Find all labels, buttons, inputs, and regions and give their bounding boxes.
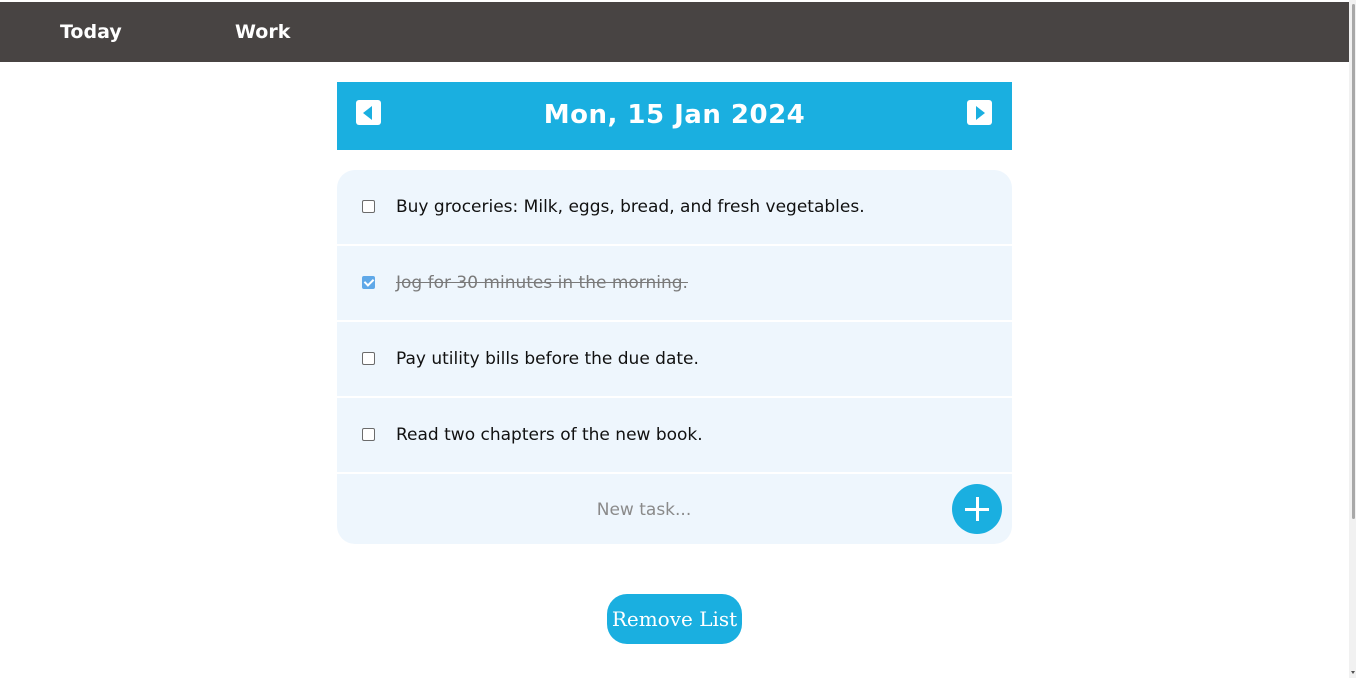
task-checkbox[interactable]: [362, 200, 375, 213]
new-task-input[interactable]: [337, 474, 951, 544]
task-checkbox[interactable]: [362, 352, 375, 365]
page-scrollbar[interactable]: [1349, 0, 1356, 678]
task-item: Read two chapters of the new book.: [337, 398, 1012, 474]
task-checkbox[interactable]: [362, 276, 375, 289]
plus-icon-vertical: [976, 497, 979, 521]
task-text: Pay utility bills before the due date.: [396, 349, 699, 369]
task-checkbox[interactable]: [362, 428, 375, 441]
task-text: Jog for 30 minutes in the morning.: [396, 273, 688, 293]
scrollbar-thumb[interactable]: [1352, 4, 1355, 519]
task-item: Jog for 30 minutes in the morning.: [337, 246, 1012, 322]
remove-list-button[interactable]: Remove List: [607, 594, 742, 644]
task-list: Buy groceries: Milk, eggs, bread, and fr…: [337, 170, 1012, 544]
tab-work[interactable]: Work: [235, 2, 290, 62]
date-header: Mon, 15 Jan 2024: [337, 82, 1012, 150]
scroll-down-icon[interactable]: [1351, 671, 1355, 674]
task-text: Read two chapters of the new book.: [396, 425, 703, 445]
top-nav-bar: Today Work: [0, 2, 1349, 62]
caret-right-icon: [976, 106, 985, 120]
tab-today[interactable]: Today: [60, 2, 122, 62]
task-item: Buy groceries: Milk, eggs, bread, and fr…: [337, 170, 1012, 246]
add-task-button[interactable]: [952, 484, 1002, 534]
next-day-button[interactable]: [967, 100, 992, 125]
date-title: Mon, 15 Jan 2024: [543, 100, 806, 130]
task-text: Buy groceries: Milk, eggs, bread, and fr…: [396, 197, 865, 217]
task-item: Pay utility bills before the due date.: [337, 322, 1012, 398]
